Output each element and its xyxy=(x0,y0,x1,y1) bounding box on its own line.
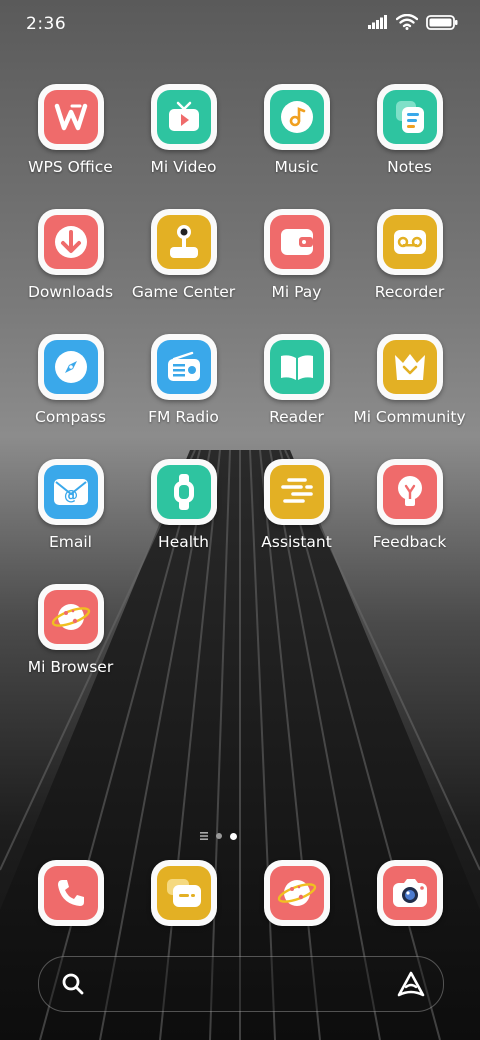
app-notes[interactable]: Notes xyxy=(353,84,466,176)
battery-icon xyxy=(426,14,458,30)
app-label: Compass xyxy=(35,408,106,426)
status-icons xyxy=(368,14,458,30)
app-label: Health xyxy=(158,533,209,551)
mi-browser-icon xyxy=(51,604,90,630)
page-dot xyxy=(216,833,222,839)
phone-icon xyxy=(57,880,84,906)
app-label: Downloads xyxy=(27,283,114,301)
notes-icon xyxy=(395,101,424,133)
app-music[interactable]: Music xyxy=(240,84,353,176)
recorder-icon xyxy=(393,230,426,254)
app-wps-office[interactable]: WPS Office xyxy=(14,84,127,176)
assistant-icon xyxy=(280,478,313,503)
app-mi-browser[interactable]: Mi Browser xyxy=(14,584,127,676)
app-label: Reader xyxy=(269,408,324,426)
app-assistant[interactable]: Assistant xyxy=(240,459,353,551)
music-icon xyxy=(280,101,313,133)
app-label: Notes xyxy=(387,158,432,176)
dock xyxy=(0,860,480,930)
dock-camera[interactable] xyxy=(353,860,466,926)
page-list-icon xyxy=(200,832,208,840)
mi-community-icon xyxy=(394,354,425,380)
messages-icon xyxy=(166,879,201,907)
fm-radio-icon xyxy=(167,351,200,381)
reader-icon xyxy=(280,355,313,380)
downloads-icon xyxy=(54,226,87,258)
search-icon[interactable] xyxy=(61,972,85,996)
page-dot-active xyxy=(230,832,237,840)
camera-icon xyxy=(392,879,427,907)
mi-pay-icon xyxy=(280,229,313,255)
app-fm-radio[interactable]: FM Radio xyxy=(127,334,240,426)
app-label: Assistant xyxy=(261,533,332,551)
page-indicator[interactable] xyxy=(200,830,280,842)
dock-browser[interactable] xyxy=(240,860,353,926)
app-label: FM Radio xyxy=(148,408,219,426)
voice-assistant-icon[interactable] xyxy=(397,971,425,997)
dock-phone[interactable] xyxy=(14,860,127,926)
app-label: Mi Community xyxy=(353,408,466,426)
feedback-icon xyxy=(397,476,422,506)
compass-icon xyxy=(54,351,87,383)
status-time: 2:36 xyxy=(26,14,67,34)
app-label: Mi Browser xyxy=(27,658,114,676)
app-mi-pay[interactable]: Mi Pay xyxy=(240,209,353,301)
wps-office-icon xyxy=(54,103,87,131)
search-bar[interactable] xyxy=(38,956,444,1012)
app-mi-video[interactable]: Mi Video xyxy=(127,84,240,176)
app-reader[interactable]: Reader xyxy=(240,334,353,426)
app-label: Mi Video xyxy=(150,158,217,176)
game-center-icon xyxy=(169,225,198,258)
svg-text:@: @ xyxy=(64,488,78,504)
app-label: Game Center xyxy=(131,283,236,301)
app-label: Recorder xyxy=(374,283,445,301)
health-icon xyxy=(173,474,194,510)
app-downloads[interactable]: Downloads xyxy=(14,209,127,301)
signal-icon xyxy=(368,15,387,29)
email-icon: @ xyxy=(53,479,88,505)
app-label: Music xyxy=(274,158,319,176)
app-compass[interactable]: Compass xyxy=(14,334,127,426)
wifi-icon xyxy=(396,14,418,30)
status-bar: 2:36 xyxy=(0,0,480,50)
app-label: Email xyxy=(48,533,92,551)
app-game-center[interactable]: Game Center xyxy=(127,209,240,301)
app-feedback[interactable]: Feedback xyxy=(353,459,466,551)
app-label: Feedback xyxy=(372,533,447,551)
app-label: WPS Office xyxy=(28,158,113,176)
browser-icon xyxy=(277,880,316,906)
app-label: Mi Pay xyxy=(271,283,322,301)
app-mi-community[interactable]: Mi Community xyxy=(353,334,466,426)
app-recorder[interactable]: Recorder xyxy=(353,209,466,301)
mi-video-icon xyxy=(168,101,199,131)
dock-messages[interactable] xyxy=(127,860,240,926)
app-health[interactable]: Health xyxy=(127,459,240,551)
app-email[interactable]: @ Email xyxy=(14,459,127,551)
